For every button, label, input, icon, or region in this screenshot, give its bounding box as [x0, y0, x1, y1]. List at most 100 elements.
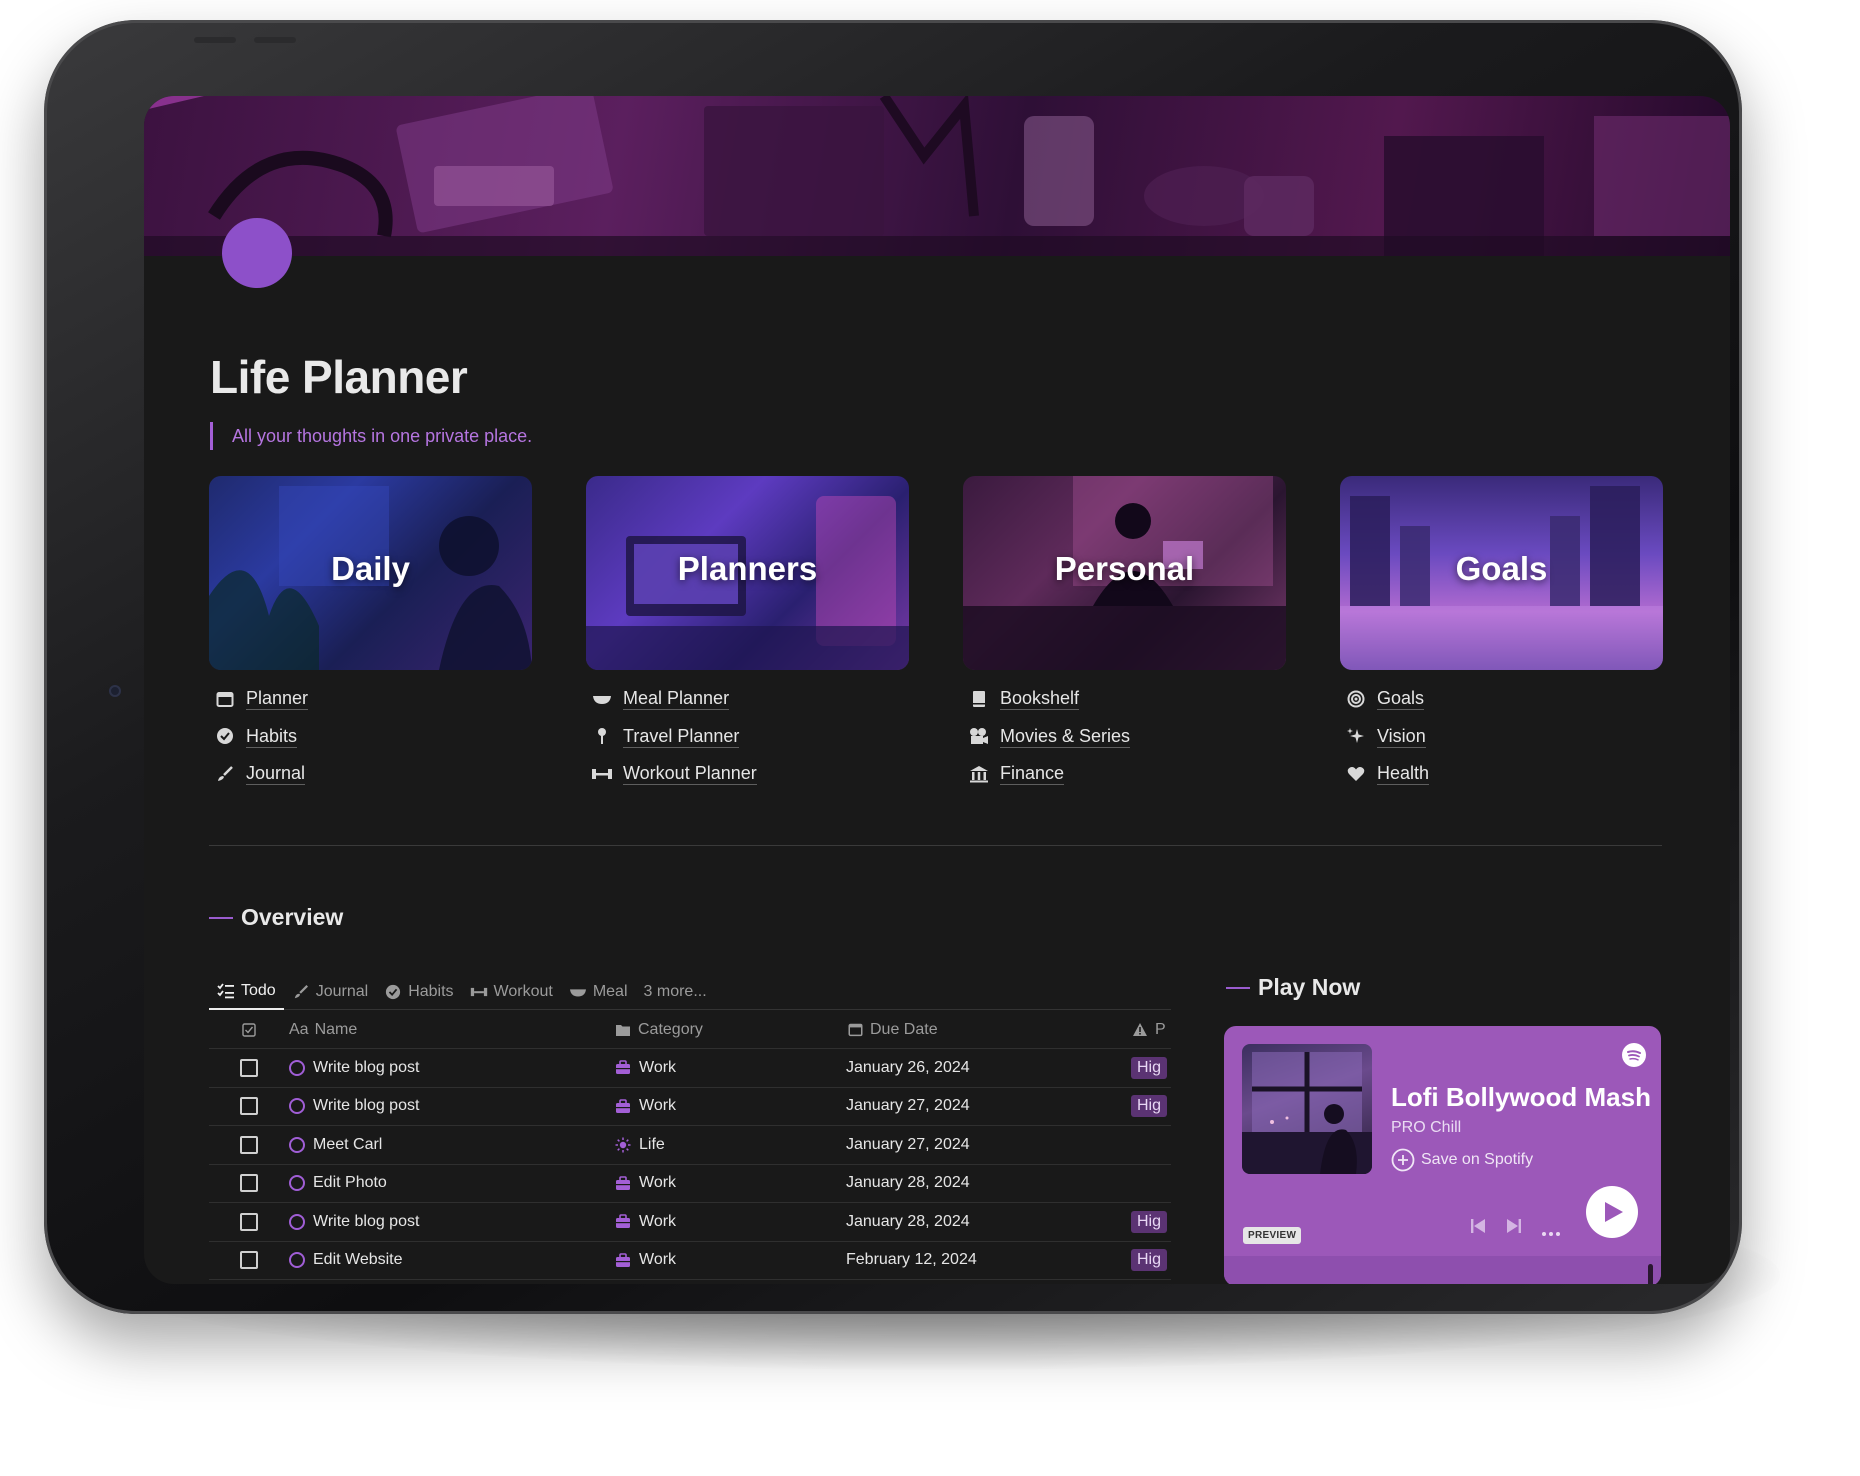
- artist-name[interactable]: PRO Chill: [1391, 1119, 1461, 1137]
- table-row[interactable]: Write blog post Work January 28, 2024 Hi…: [209, 1203, 1171, 1242]
- status-circle-icon: [289, 1059, 305, 1076]
- song-title[interactable]: Lofi Bollywood Mash: [1391, 1082, 1651, 1113]
- tab-label: Habits: [408, 982, 454, 1000]
- status-circle-icon: [289, 1213, 305, 1230]
- link-habits[interactable]: Habits: [214, 718, 308, 756]
- play-now-heading[interactable]: Play Now: [1226, 974, 1360, 1001]
- daily-links: Planner Habits Journal: [214, 680, 309, 793]
- category-value: Work: [639, 1212, 677, 1230]
- link-movies-series[interactable]: Movies & Series: [968, 718, 1131, 756]
- link-label: Meal Planner: [623, 688, 730, 711]
- table-row[interactable]: Write blog post Work January 26, 2024 Hi…: [209, 1049, 1171, 1088]
- scrollbar[interactable]: [1648, 1264, 1653, 1284]
- calendar-icon: [214, 688, 236, 710]
- table-row[interactable]: Meet Carl Life January 27, 2024: [209, 1126, 1171, 1165]
- tab-more[interactable]: 3 more...: [636, 974, 715, 1010]
- bowl-icon: [569, 983, 587, 1001]
- play-button[interactable]: [1586, 1186, 1638, 1238]
- header-priority[interactable]: P: [1131, 1021, 1171, 1039]
- link-label: Goals: [1377, 688, 1425, 711]
- task-name[interactable]: Write blog post: [313, 1059, 419, 1077]
- tab-todo[interactable]: Todo: [209, 974, 284, 1010]
- task-name[interactable]: Edit Photo: [313, 1174, 387, 1192]
- skip-forward-icon[interactable]: [1505, 1217, 1523, 1240]
- card-daily[interactable]: Daily: [209, 476, 532, 670]
- tab-habits[interactable]: Habits: [376, 974, 461, 1010]
- task-name[interactable]: Write blog post: [313, 1097, 419, 1115]
- link-vision[interactable]: Vision: [1345, 718, 1429, 756]
- priority-tag: Hig: [1131, 1056, 1168, 1079]
- priority-tag: Hig: [1131, 1095, 1168, 1118]
- row-checkbox[interactable]: [240, 1097, 258, 1116]
- due-date-value: January 28, 2024: [846, 1174, 970, 1192]
- check-circle-icon: [214, 725, 236, 747]
- row-checkbox[interactable]: [240, 1058, 258, 1077]
- pin-icon: [591, 725, 613, 747]
- brush-icon: [292, 983, 310, 1001]
- due-date-value: January 27, 2024: [846, 1135, 970, 1153]
- header-name[interactable]: Aa Name: [289, 1021, 614, 1039]
- link-label: Travel Planner: [623, 725, 740, 748]
- task-name[interactable]: Write blog post: [313, 1213, 419, 1231]
- card-goals[interactable]: Goals: [1340, 476, 1663, 670]
- planners-links: Meal Planner Travel Planner Workout Plan…: [591, 680, 757, 793]
- card-title: Daily: [331, 550, 410, 587]
- link-label: Movies & Series: [1000, 725, 1131, 748]
- album-art[interactable]: [1242, 1044, 1372, 1174]
- task-name[interactable]: Meet Carl: [313, 1136, 382, 1154]
- link-journal[interactable]: Journal: [214, 755, 308, 793]
- heading-dash: [209, 916, 233, 919]
- header-label: Category: [638, 1020, 703, 1038]
- row-checkbox[interactable]: [240, 1174, 258, 1193]
- tab-meal[interactable]: Meal: [561, 974, 636, 1010]
- cover-image[interactable]: [144, 96, 1730, 256]
- tab-journal[interactable]: Journal: [284, 974, 376, 1010]
- link-planner[interactable]: Planner: [214, 680, 309, 718]
- row-checkbox[interactable]: [240, 1212, 258, 1231]
- category-value: Work: [639, 1251, 677, 1269]
- briefcase-icon: [614, 1174, 632, 1192]
- link-travel-planner[interactable]: Travel Planner: [591, 718, 757, 756]
- card-personal[interactable]: Personal: [963, 476, 1286, 670]
- dumbbell-icon: [470, 983, 488, 1001]
- tab-label: Meal: [592, 982, 628, 1000]
- camera: [109, 685, 121, 697]
- page-quote[interactable]: All your thoughts in one private place.: [210, 422, 532, 450]
- page-icon[interactable]: [222, 218, 292, 288]
- link-health[interactable]: Health: [1345, 755, 1430, 793]
- link-workout-planner[interactable]: Workout Planner: [591, 755, 757, 793]
- tab-workout[interactable]: Workout: [462, 974, 561, 1010]
- card-planners[interactable]: Planners: [586, 476, 909, 670]
- film-camera-icon: [968, 725, 990, 747]
- row-checkbox[interactable]: [240, 1135, 258, 1154]
- table-row[interactable]: Edit Website Work February 12, 2024 Hig: [209, 1242, 1171, 1280]
- more-options-icon[interactable]: [1541, 1224, 1561, 1242]
- card-title: Goals: [1455, 550, 1548, 587]
- link-label: Habits: [246, 725, 298, 748]
- link-goals[interactable]: Goals: [1345, 680, 1429, 718]
- category-value: Life: [639, 1135, 665, 1153]
- save-on-spotify-button[interactable]: Save on Spotify: [1391, 1148, 1533, 1172]
- tab-label: Journal: [315, 982, 369, 1000]
- header-label: Due Date: [870, 1020, 938, 1038]
- skip-back-icon[interactable]: [1469, 1217, 1487, 1240]
- table-row[interactable]: Write blog post Work January 27, 2024 Hi…: [209, 1088, 1171, 1126]
- task-name[interactable]: Edit Website: [313, 1251, 403, 1269]
- header-due-date[interactable]: Due Date: [846, 1021, 1131, 1039]
- link-meal-planner[interactable]: Meal Planner: [591, 680, 757, 718]
- row-checkbox[interactable]: [240, 1251, 258, 1270]
- tab-label: Workout: [493, 982, 553, 1000]
- table-row[interactable]: Edit Photo Work January 28, 2024: [209, 1165, 1171, 1203]
- preview-badge: PREVIEW: [1243, 1227, 1302, 1244]
- spotify-logo-icon[interactable]: [1622, 1043, 1646, 1067]
- tracklist-area[interactable]: [1224, 1256, 1661, 1284]
- bowl-icon: [591, 688, 613, 710]
- header-category[interactable]: Category: [614, 1021, 846, 1039]
- header-checkbox-col[interactable]: [209, 1022, 289, 1037]
- briefcase-icon: [614, 1097, 632, 1115]
- link-finance[interactable]: Finance: [968, 755, 1130, 793]
- overview-heading[interactable]: Overview: [209, 904, 343, 931]
- page-title[interactable]: Life Planner: [210, 350, 468, 404]
- spotify-embed: Lofi Bollywood Mash PRO Chill Save on Sp…: [1224, 1026, 1661, 1284]
- link-bookshelf[interactable]: Bookshelf: [968, 680, 1130, 718]
